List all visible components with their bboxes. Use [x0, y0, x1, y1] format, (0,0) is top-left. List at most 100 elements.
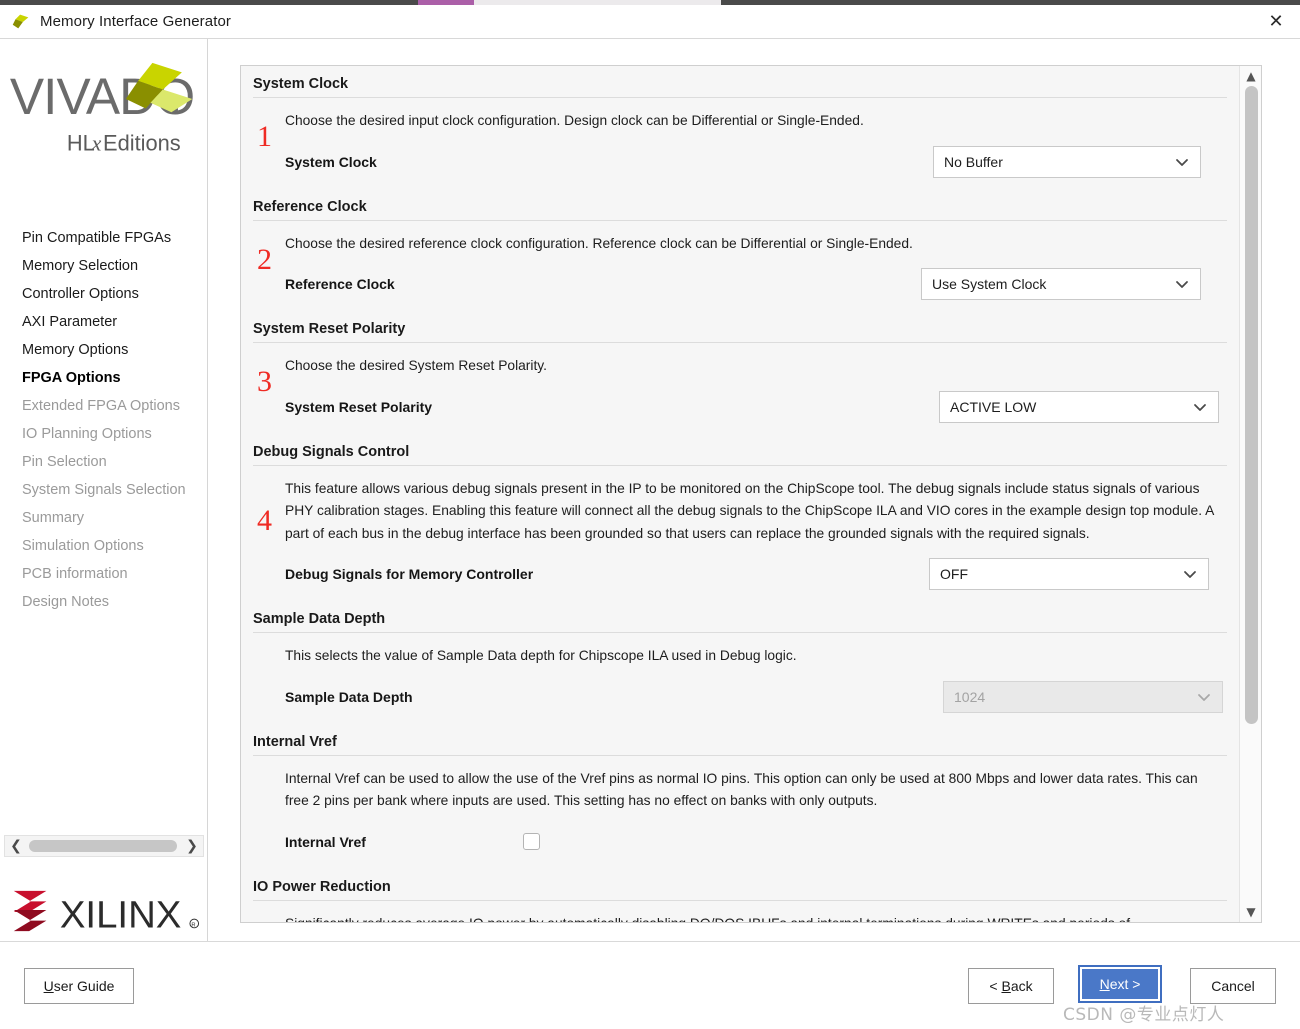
options-scroll-viewport: System Clock 1 Choose the desired input …: [241, 66, 1241, 922]
section-title: System Reset Polarity: [253, 321, 406, 337]
field-label-internal-vref: Internal Vref: [285, 833, 366, 850]
sidebar-item-memory-options[interactable]: Memory Options: [0, 336, 208, 364]
section-system-clock: System Clock 1 Choose the desired input …: [241, 66, 1241, 189]
field-row-sample-data-depth: Sample Data Depth 1024: [285, 680, 1227, 714]
annotation-number-1: 1: [257, 120, 272, 153]
options-panel: System Clock 1 Choose the desired input …: [240, 65, 1262, 923]
user-guide-label: ser Guide: [53, 978, 115, 994]
section-divider: [253, 899, 1227, 901]
sidebar-horizontal-scrollbar[interactable]: ❮ ❯: [4, 835, 204, 857]
section-divider: [253, 97, 1227, 98]
dropdown-value: Use System Clock: [932, 276, 1047, 292]
chevron-left-icon[interactable]: ❮: [5, 836, 27, 856]
section-description: Choose the desired reference clock confi…: [285, 235, 913, 251]
cancel-button[interactable]: Cancel: [1190, 968, 1276, 1004]
svg-text:XILINX: XILINX: [60, 893, 182, 935]
annotation-number-3: 3: [257, 365, 272, 398]
sidebar: VIVADO HL x Editions Pin Compatible FPGA…: [0, 39, 208, 941]
sidebar-item-summary: Summary: [22, 510, 85, 526]
section-divider: [253, 754, 1227, 756]
section-description: This selects the value of Sample Data de…: [285, 648, 797, 663]
sidebar-item-pcb-information: PCB information: [22, 566, 128, 582]
field-label-system-reset-polarity: System Reset Polarity: [285, 398, 433, 415]
sidebar-nav: Pin Compatible FPGAs Memory Selection Co…: [0, 224, 208, 616]
chevron-down-icon: [1194, 403, 1206, 411]
annotation-number-2: 2: [257, 242, 272, 276]
section-internal-vref: Internal Vref Internal Vref can be used …: [241, 724, 1241, 869]
mig-wizard-window: Memory Interface Generator ✕ VIVADO HL x…: [0, 0, 1300, 1029]
vscroll-thumb[interactable]: [1245, 86, 1258, 724]
section-reference-clock: Reference Clock 2 Choose the desired ref…: [241, 189, 1241, 312]
section-description: Choose the desired System Reset Polarity…: [285, 358, 548, 373]
field-label-sample-data-depth: Sample Data Depth: [285, 688, 413, 705]
sidebar-item-pin-compatible-fpgas[interactable]: Pin Compatible FPGAs: [0, 224, 208, 252]
sidebar-item-io-planning-options: IO Planning Options: [22, 426, 152, 442]
sidebar-item-memory-selection[interactable]: Memory Selection: [0, 252, 208, 280]
dropdown-system-reset-polarity[interactable]: ACTIVE LOW: [939, 390, 1219, 423]
section-description: Internal Vref can be used to allow the u…: [285, 770, 1198, 809]
field-row-system-clock: System Clock No Buffer: [285, 145, 1227, 179]
section-divider: [253, 342, 1227, 343]
section-description: Choose the desired input clock configura…: [285, 113, 864, 128]
sidebar-item-design-notes: Design Notes: [22, 594, 110, 610]
dropdown-sample-data-depth: 1024: [943, 680, 1223, 713]
options-scroll-content: System Clock 1 Choose the desired input …: [241, 66, 1241, 922]
chevron-down-icon: [1176, 281, 1188, 288]
section-divider: [253, 464, 1227, 466]
checkbox-internal-vref[interactable]: [523, 833, 540, 850]
chevron-right-icon[interactable]: ❯: [181, 836, 203, 856]
dropdown-value: ACTIVE LOW: [950, 398, 1037, 415]
field-row-reference-clock: Reference Clock Use System Clock: [285, 267, 1227, 301]
section-debug-signals-control: Debug Signals Control 4 This feature all…: [241, 434, 1241, 602]
dropdown-system-clock[interactable]: No Buffer: [933, 145, 1201, 178]
section-description: This feature allows various debug signal…: [285, 480, 1214, 541]
section-title: Debug Signals Control: [253, 443, 410, 460]
section-divider: [253, 632, 1227, 633]
field-label-system-clock: System Clock: [285, 153, 377, 170]
dropdown-debug-signals[interactable]: OFF: [929, 558, 1209, 590]
vivado-logo: VIVADO HL x Editions: [10, 62, 195, 155]
hscroll-track[interactable]: [27, 836, 181, 856]
sidebar-item-extended-fpga-options: Extended FPGA Options: [22, 398, 180, 414]
xilinx-logo: XILINX R: [13, 890, 200, 935]
svg-text:Editions: Editions: [103, 130, 181, 155]
next-button[interactable]: Next >: [1078, 965, 1162, 1003]
sidebar-item-fpga-options[interactable]: FPGA Options: [0, 364, 208, 392]
dropdown-value: 1024: [954, 688, 986, 705]
chevron-up-icon[interactable]: ▲: [1240, 66, 1262, 86]
section-sample-data-depth: Sample Data Depth This selects the value…: [241, 601, 1241, 724]
svg-text:x: x: [91, 131, 102, 155]
chevron-down-icon[interactable]: ▼: [1240, 902, 1262, 922]
sidebar-item-simulation-options: Simulation Options: [22, 538, 144, 554]
user-guide-button[interactable]: User Guide: [24, 968, 134, 1004]
close-icon[interactable]: ✕: [1252, 5, 1300, 38]
field-row-system-reset-polarity: System Reset Polarity ACTIVE LOW: [285, 390, 1227, 424]
chevron-down-icon: [1198, 693, 1210, 701]
back-button[interactable]: < Back: [968, 968, 1054, 1004]
field-row-debug-signals: Debug Signals for Memory Controller OFF: [285, 557, 1227, 591]
window-titlebar: Memory Interface Generator ✕: [0, 5, 1300, 38]
section-title: Sample Data Depth: [253, 611, 386, 627]
chevron-down-icon: [1184, 571, 1196, 578]
dropdown-value: No Buffer: [944, 153, 1003, 170]
hscroll-thumb[interactable]: [29, 840, 177, 852]
dropdown-reference-clock[interactable]: Use System Clock: [921, 268, 1201, 300]
svg-text:R: R: [191, 922, 195, 928]
annotation-number-4: 4: [257, 503, 272, 537]
sidebar-item-system-signals-selection: System Signals Selection: [22, 482, 186, 498]
options-vertical-scrollbar[interactable]: ▲ ▼: [1239, 66, 1261, 922]
chevron-down-icon: [1176, 158, 1188, 166]
field-label-debug-signals: Debug Signals for Memory Controller: [285, 566, 534, 582]
section-title: System Clock: [253, 76, 349, 92]
field-label-reference-clock: Reference Clock: [285, 276, 395, 292]
sidebar-item-controller-options[interactable]: Controller Options: [0, 280, 208, 308]
vivado-mark-icon: [12, 14, 29, 28]
section-title: Reference Clock: [253, 198, 367, 215]
field-row-internal-vref: Internal Vref: [285, 825, 1227, 859]
dropdown-value: OFF: [940, 566, 968, 582]
watermark: CSDN @专业点灯人: [1063, 1005, 1225, 1025]
svg-text:HL: HL: [67, 130, 95, 155]
section-title: Internal Vref: [253, 733, 337, 750]
sidebar-item-axi-parameter[interactable]: AXI Parameter: [0, 308, 208, 336]
sidebar-item-pin-selection: Pin Selection: [22, 454, 107, 470]
